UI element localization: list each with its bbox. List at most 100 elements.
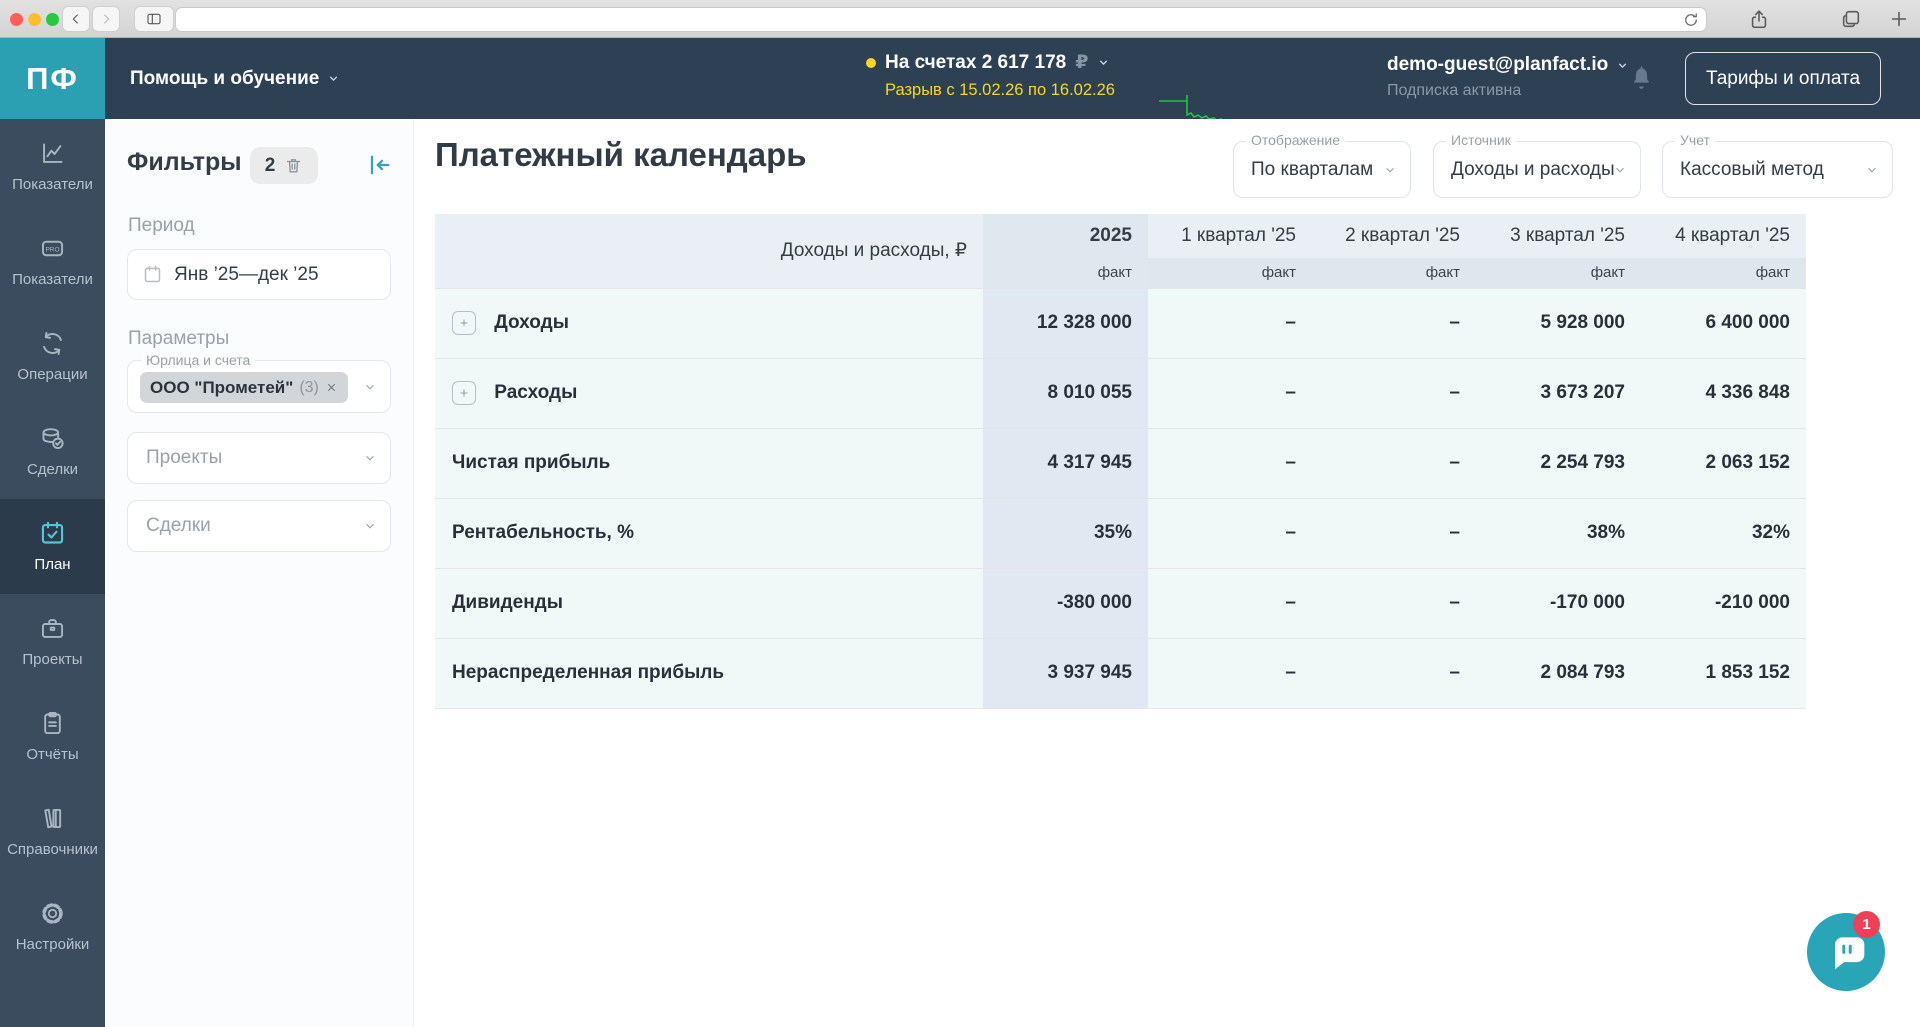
source-value: Доходы и расходы (1451, 159, 1615, 181)
subheader-fact: факт (983, 258, 1148, 288)
cell-q1-fact: – (1148, 288, 1312, 358)
remove-chip-icon[interactable] (325, 381, 338, 394)
balance-text: На счетах 2 617 178 (885, 52, 1066, 74)
table-row: Рентабельность, % 35% – – 38% 32% (435, 498, 1806, 568)
trash-icon[interactable] (284, 156, 303, 175)
url-field[interactable] (175, 7, 1707, 32)
chevron-down-icon (363, 380, 377, 394)
column-header-q3: 3 квартал '25 (1476, 214, 1641, 258)
help-menu[interactable]: Помощь и обучение (130, 38, 340, 119)
collapse-panel-button[interactable] (365, 151, 393, 179)
pro-badge-icon: PRO (39, 235, 66, 262)
display-mode-value: По кварталам (1251, 159, 1373, 181)
accounting-method-value: Кассовый метод (1680, 159, 1824, 181)
planfact-logo[interactable]: ПФ (0, 38, 105, 119)
cell-q2-fact: – (1312, 638, 1476, 708)
cell-year-fact: 4 317 945 (983, 428, 1148, 498)
projects-select[interactable]: Проекты (127, 432, 391, 484)
tariffs-button[interactable]: Тарифы и оплата (1685, 52, 1881, 105)
share-button[interactable] (1748, 8, 1770, 30)
collapse-left-icon (365, 151, 393, 179)
sidebar-item-directories[interactable]: Справочники (0, 784, 105, 879)
expand-row-button[interactable] (452, 381, 476, 405)
accounts-balance[interactable]: На счетах 2 617 178 ₽ Разрыв с 15.02.26 … (866, 51, 1115, 100)
deals-placeholder: Сделки (146, 515, 211, 537)
notifications-button[interactable] (1628, 64, 1655, 93)
cell-q1-fact: – (1148, 638, 1312, 708)
deals-select[interactable]: Сделки (127, 500, 391, 552)
forward-button[interactable] (92, 6, 120, 32)
ruble-sign: ₽ (1075, 51, 1088, 74)
sidebar-item-plan[interactable]: План (0, 499, 105, 594)
column-header-year: 2025 (983, 214, 1148, 258)
app-header: ПФ Помощь и обучение На счетах 2 617 178… (0, 38, 1920, 119)
legal-entities-select[interactable]: Юрлица и счета ООО "Прометей" (3) (127, 360, 391, 413)
share-icon (1748, 8, 1770, 30)
accounting-method-select[interactable]: Учет Кассовый метод (1662, 141, 1893, 198)
cell-q2-fact: – (1312, 498, 1476, 568)
traffic-light-close-icon[interactable] (10, 13, 23, 26)
cell-q2-fact: – (1312, 288, 1476, 358)
cell-year-fact: 8 010 055 (983, 358, 1148, 428)
accounting-method-label: Учет (1675, 132, 1715, 149)
sidebar-item-indicators[interactable]: Показатели (0, 119, 105, 214)
sidebar-toggle-button[interactable] (134, 6, 174, 32)
sidebar-icon (146, 11, 162, 27)
sidebar-item-projects[interactable]: Проекты (0, 594, 105, 689)
cell-q3-fact: 38% (1476, 498, 1641, 568)
cash-gap-warning: Разрыв с 15.02.26 по 16.02.26 (885, 81, 1115, 100)
reload-button[interactable] (1682, 11, 1700, 29)
help-menu-label: Помощь и обучение (130, 68, 319, 90)
clear-filters-button[interactable]: 2 (250, 147, 318, 184)
chat-widget-button[interactable]: 1 (1807, 913, 1885, 991)
table-corner-header: Доходы и расходы, ₽ (435, 214, 983, 288)
column-header-q1: 1 квартал '25 (1148, 214, 1312, 258)
chevron-down-icon (1383, 163, 1397, 177)
tabs-icon (1840, 8, 1862, 30)
expand-row-button[interactable] (452, 311, 476, 335)
chevron-down-icon (363, 519, 377, 533)
legal-entity-chip[interactable]: ООО "Прометей" (3) (140, 372, 348, 403)
sidebar-item-indicators-pro[interactable]: PRO Показатели (0, 214, 105, 309)
cell-q1-fact: – (1148, 358, 1312, 428)
tab-overview-button[interactable] (1840, 8, 1862, 30)
table-row: Нераспределенная прибыль 3 937 945 – – 2… (435, 638, 1806, 708)
cell-q2-fact: – (1312, 358, 1476, 428)
chevron-right-icon (98, 11, 114, 27)
legal-entity-chip-count: (3) (299, 379, 319, 397)
traffic-light-minimize-icon[interactable] (28, 13, 41, 26)
calendar-check-icon (39, 520, 66, 547)
user-account-menu[interactable]: demo-guest@planfact.io Подписка активна (1387, 54, 1629, 100)
reload-icon (1682, 11, 1700, 29)
cell-q3-fact: 3 673 207 (1476, 358, 1641, 428)
database-check-icon (39, 425, 66, 452)
display-mode-select[interactable]: Отображение По кварталам (1233, 141, 1411, 198)
sidebar-item-operations[interactable]: Операции (0, 309, 105, 404)
sidebar-item-deals[interactable]: Сделки (0, 404, 105, 499)
books-icon (39, 805, 66, 832)
row-label: Чистая прибыль (452, 452, 610, 473)
cell-year-fact: 3 937 945 (983, 638, 1148, 708)
sidebar-item-reports[interactable]: Отчёты (0, 689, 105, 784)
chevron-left-icon (68, 11, 84, 27)
page-title: Платежный календарь (435, 136, 807, 174)
chevron-down-icon (1097, 56, 1110, 69)
planfact-app: ПФ Помощь и обучение На счетах 2 617 178… (0, 0, 1920, 1027)
plus-icon (458, 387, 470, 399)
cell-q1-fact: – (1148, 428, 1312, 498)
active-filters-count: 2 (265, 155, 276, 177)
subscription-status: Подписка активна (1387, 82, 1629, 100)
back-button[interactable] (62, 6, 90, 32)
sidebar-item-settings[interactable]: Настройки (0, 879, 105, 974)
row-label: Расходы (494, 382, 577, 403)
chevron-down-icon (1613, 163, 1627, 177)
period-input[interactable]: Янв ’25—дек ’25 (127, 249, 391, 300)
table-row: Расходы 8 010 055 – – 3 673 207 4 336 84… (435, 358, 1806, 428)
chevron-down-icon (1865, 163, 1879, 177)
display-mode-label: Отображение (1246, 132, 1345, 149)
new-tab-button[interactable] (1888, 8, 1910, 30)
traffic-light-zoom-icon[interactable] (46, 13, 59, 26)
source-select[interactable]: Источник Доходы и расходы (1433, 141, 1641, 198)
sync-arrows-icon (39, 330, 66, 357)
cell-q3-fact: 2 084 793 (1476, 638, 1641, 708)
